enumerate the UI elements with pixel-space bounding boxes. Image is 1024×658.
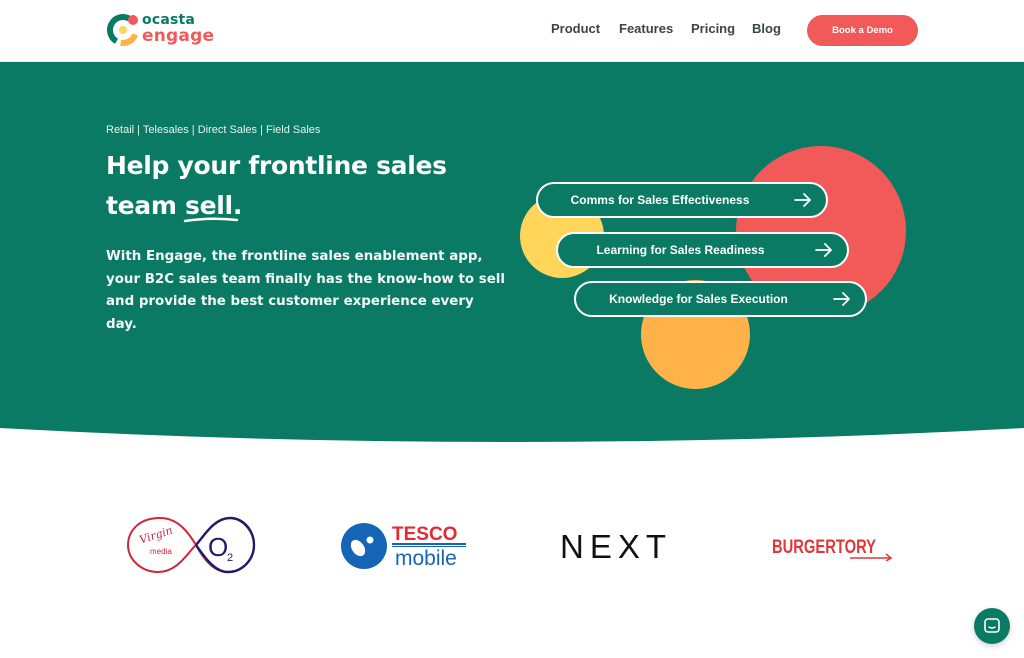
virgin-media-o2-logo: Virgin media O 2 [126,516,256,574]
hero-section: Retail | Telesales | Direct Sales | Fiel… [0,62,1024,452]
site-header: ocasta engage Product Features Pricing B… [0,0,1024,62]
headline-text: Help your frontline sales team [106,151,447,220]
nav-features[interactable]: Features [619,21,673,41]
o2-2-text: 2 [227,552,233,564]
nav-product[interactable]: Product [551,21,600,41]
hero-bottom-curve [0,428,1024,452]
pill-learning-label: Learning for Sales Readiness [596,243,765,257]
pill-knowledge-label: Knowledge for Sales Execution [609,292,788,306]
burgertory-text: BURGERTORY [772,537,876,558]
arrow-right-icon [815,243,832,257]
pill-comms[interactable]: Comms for Sales Effectiveness [536,182,828,218]
pill-knowledge[interactable]: Knowledge for Sales Execution [574,281,867,317]
next-text: NEXT [560,528,672,564]
media-text: media [150,547,172,556]
pill-comms-label: Comms for Sales Effectiveness [570,193,750,207]
headline-emphasis: sell [183,186,239,226]
o2-o-text: O [208,532,228,562]
tesco-text: TESCO [392,524,457,545]
burgertory-logo: BURGERTORY [772,537,893,562]
next-logo: NEXT [560,528,672,564]
chat-widget-button[interactable] [974,608,1010,644]
logo-mark-icon [107,14,139,46]
nav-pricing[interactable]: Pricing [691,21,735,41]
nav-blog[interactable]: Blog [752,21,781,41]
arrow-right-icon [794,193,811,207]
ocasta-engage-logo[interactable]: ocasta engage [106,13,226,49]
hero-eyebrow: Retail | Telesales | Direct Sales | Fiel… [106,124,321,136]
mobile-text: mobile [395,547,457,570]
chat-icon [984,618,1000,633]
customer-logos: Virgin media O 2 TESCO mobile NEXT BURGE… [0,470,1024,630]
book-demo-button[interactable]: Book a Demo [807,15,918,46]
hero-headline: Help your frontline sales team sell. [106,146,506,226]
hero-lead-paragraph: With Engage, the frontline sales enablem… [106,249,505,332]
virgin-text: Virgin [138,524,175,547]
arrow-right-icon [833,292,850,306]
pill-learning[interactable]: Learning for Sales Readiness [556,232,849,268]
logo-text-ocasta: ocasta [142,12,196,28]
underline-swoosh-icon [183,217,239,223]
tesco-mobile-logo: TESCO mobile [341,523,466,570]
logo-text-engage: engage [142,26,215,46]
